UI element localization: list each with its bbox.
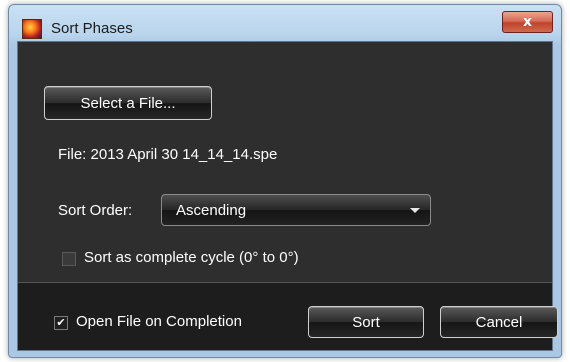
cancel-button[interactable]: Cancel bbox=[440, 306, 558, 338]
title-bar[interactable]: Sort Phases x bbox=[9, 5, 561, 41]
checkmark-icon: ✔ bbox=[56, 316, 66, 329]
file-path-text: File: 2013 April 30 14_14_14.spe bbox=[58, 146, 278, 163]
dialog-content: Select a File... File: 2013 April 30 14_… bbox=[17, 41, 558, 351]
open-on-completion-label[interactable]: Open File on Completion bbox=[76, 313, 242, 330]
sort-button[interactable]: Sort bbox=[308, 306, 424, 338]
dialog-footer: ✔ Open File on Completion Sort Cancel bbox=[18, 282, 558, 350]
complete-cycle-label[interactable]: Sort as complete cycle (0° to 0°) bbox=[84, 249, 299, 266]
app-icon bbox=[22, 19, 42, 39]
open-on-completion-checkbox[interactable]: ✔ bbox=[54, 316, 68, 330]
window-title: Sort Phases bbox=[51, 20, 133, 37]
close-button[interactable]: x bbox=[502, 11, 553, 33]
sort-order-dropdown[interactable]: Ascending bbox=[161, 194, 431, 226]
complete-cycle-checkbox[interactable] bbox=[62, 252, 76, 266]
select-file-button[interactable]: Select a File... bbox=[44, 86, 212, 120]
sort-phases-dialog: Sort Phases x Select a File... File: 201… bbox=[8, 4, 562, 358]
sort-order-value: Ascending bbox=[176, 202, 247, 219]
sort-order-label: Sort Order: bbox=[58, 202, 133, 219]
chevron-down-icon bbox=[410, 208, 420, 213]
